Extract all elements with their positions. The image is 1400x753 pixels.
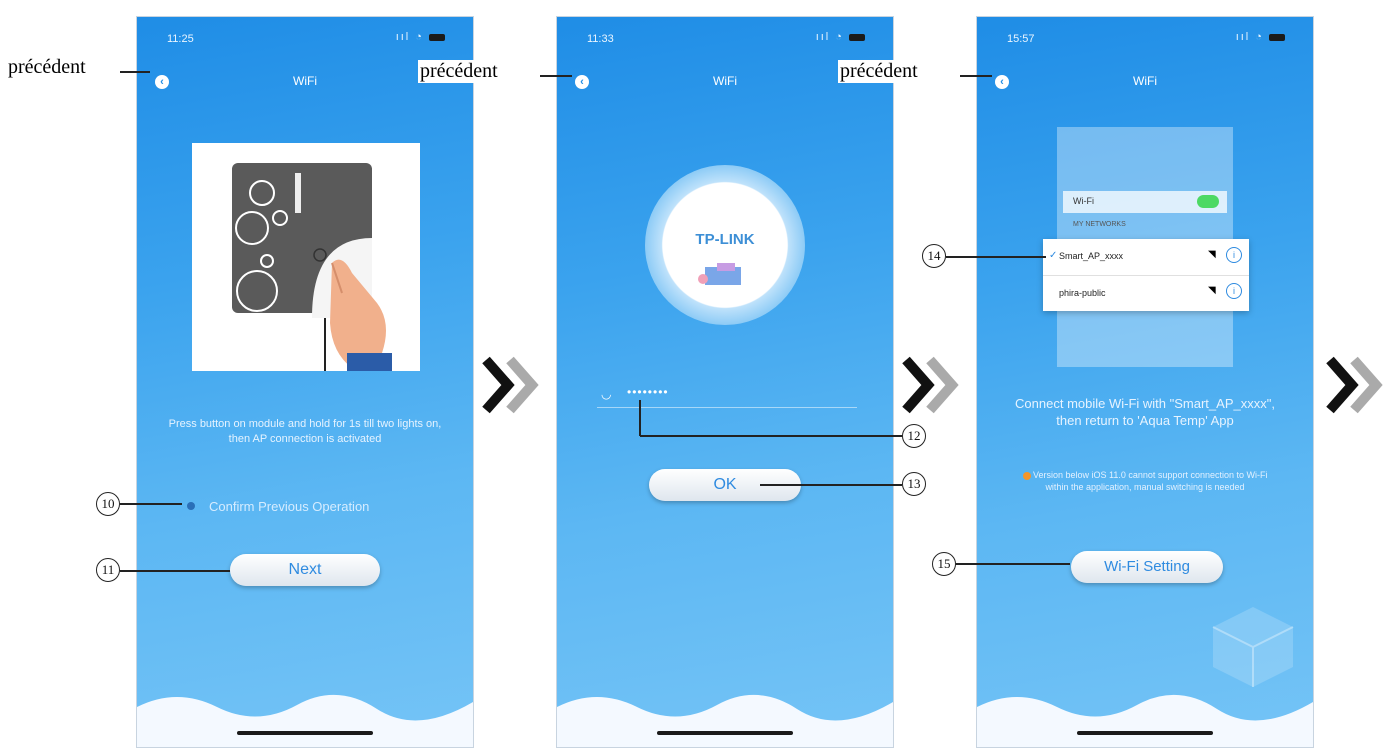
wave-decoration bbox=[977, 694, 1313, 747]
next-step-chevron-icon bbox=[1326, 356, 1383, 414]
settings-wifi-label: Wi-Fi bbox=[1073, 196, 1094, 206]
router-icon bbox=[698, 263, 741, 285]
callout-12: 12 bbox=[902, 424, 926, 448]
wifi-setting-button[interactable]: Wi-Fi Setting bbox=[1071, 551, 1223, 583]
annotation-line bbox=[960, 75, 992, 77]
status-bar: 11:25 ııl ◔ bbox=[137, 17, 473, 57]
page-title: WiFi bbox=[1133, 74, 1157, 88]
signal-icon: ııl ◔ bbox=[396, 31, 445, 43]
check-icon: ✓ bbox=[1049, 250, 1058, 261]
network-name: TP-LINK bbox=[695, 231, 755, 248]
info-icon[interactable]: i bbox=[1226, 283, 1242, 299]
home-indicator bbox=[657, 731, 793, 735]
password-value: •••••••• bbox=[627, 385, 669, 399]
instruction-text: Press button on module and hold for 1s t… bbox=[168, 418, 442, 445]
battery-icon bbox=[849, 33, 865, 41]
previous-annotation-label: précédent bbox=[418, 60, 500, 83]
password-field[interactable]: ◡ •••••••• bbox=[597, 385, 857, 408]
settings-networks-header: MY NETWORKS bbox=[1073, 221, 1126, 228]
status-time: 11:25 bbox=[167, 33, 194, 45]
previous-annotation-label: précédent bbox=[838, 60, 920, 83]
phone-screen-3: 15:57 ııl ◔ ‹ WiFi Wi-Fi MY NETWORKS ✓ S… bbox=[976, 16, 1314, 748]
callout-10: 10 bbox=[96, 492, 120, 516]
version-note: Version below iOS 11.0 cannot support co… bbox=[1017, 469, 1273, 493]
home-indicator bbox=[1077, 731, 1213, 735]
annotation-line bbox=[760, 484, 902, 486]
connect-instruction: Connect mobile Wi-Fi with "Smart_AP_xxxx… bbox=[1015, 396, 1275, 428]
callout-15: 15 bbox=[932, 552, 956, 576]
wifi-signal-icon: ◥ bbox=[1208, 249, 1216, 260]
next-step-chevron-icon bbox=[902, 356, 959, 414]
module-illustration bbox=[192, 143, 420, 371]
wave-decoration bbox=[137, 694, 473, 747]
confirm-checkbox[interactable] bbox=[187, 502, 195, 510]
lock-icon: ◡ bbox=[601, 387, 612, 401]
status-time: 15:57 bbox=[1007, 33, 1035, 45]
settings-wifi-row: Wi-Fi bbox=[1063, 191, 1227, 213]
status-bar: 11:33 ııl ◔ bbox=[557, 17, 893, 57]
annotation-line bbox=[120, 71, 150, 73]
annotation-line bbox=[540, 75, 572, 77]
network-row-smart-ap[interactable]: ✓ Smart_AP_xxxx ◥ i bbox=[1043, 239, 1249, 276]
callout-13: 13 bbox=[902, 472, 926, 496]
annotation-line bbox=[946, 256, 1046, 258]
annotation-line bbox=[120, 570, 230, 572]
signal-icon: ııl ◔ bbox=[1236, 31, 1285, 43]
next-button[interactable]: Next bbox=[230, 554, 380, 586]
annotation-line bbox=[639, 400, 641, 436]
status-bar: 15:57 ııl ◔ bbox=[977, 17, 1313, 57]
confirm-row[interactable]: Confirm Previous Operation bbox=[187, 497, 437, 517]
next-step-chevron-icon bbox=[482, 356, 539, 414]
battery-icon bbox=[1269, 33, 1285, 41]
annotation-line bbox=[120, 503, 182, 505]
confirm-label: Confirm Previous Operation bbox=[209, 499, 370, 514]
previous-annotation-label: précédent bbox=[6, 56, 88, 79]
warning-dot-icon bbox=[1022, 471, 1031, 480]
wifi-signal-icon: ◥ bbox=[1208, 285, 1216, 296]
phone-screen-1: 11:25 ııl ◔ ‹ WiFi Press button on modul… bbox=[136, 16, 474, 748]
wifi-toggle bbox=[1197, 195, 1219, 208]
annotation-line bbox=[956, 563, 1070, 565]
network-row-phira[interactable]: phira-public ◥ i bbox=[1043, 275, 1249, 311]
signal-icon: ııl ◔ bbox=[816, 31, 865, 43]
home-indicator bbox=[237, 731, 373, 735]
wave-decoration bbox=[557, 694, 893, 747]
router-illustration: TP-LINK bbox=[645, 165, 805, 325]
callout-14: 14 bbox=[922, 244, 946, 268]
version-note-text: Version below iOS 11.0 cannot support co… bbox=[1033, 470, 1268, 492]
phone-screen-2: 11:33 ııl ◔ ‹ WiFi TP-LINK ◡ •••••••• OK bbox=[556, 16, 894, 748]
network-list: ✓ Smart_AP_xxxx ◥ i phira-public ◥ i bbox=[1043, 239, 1249, 311]
network-name: Smart_AP_xxxx bbox=[1059, 251, 1124, 261]
battery-icon bbox=[429, 33, 445, 41]
info-icon[interactable]: i bbox=[1226, 247, 1242, 263]
network-name: phira-public bbox=[1059, 288, 1106, 298]
status-time: 11:33 bbox=[587, 33, 614, 45]
annotation-line bbox=[640, 435, 902, 437]
callout-11: 11 bbox=[96, 558, 120, 582]
